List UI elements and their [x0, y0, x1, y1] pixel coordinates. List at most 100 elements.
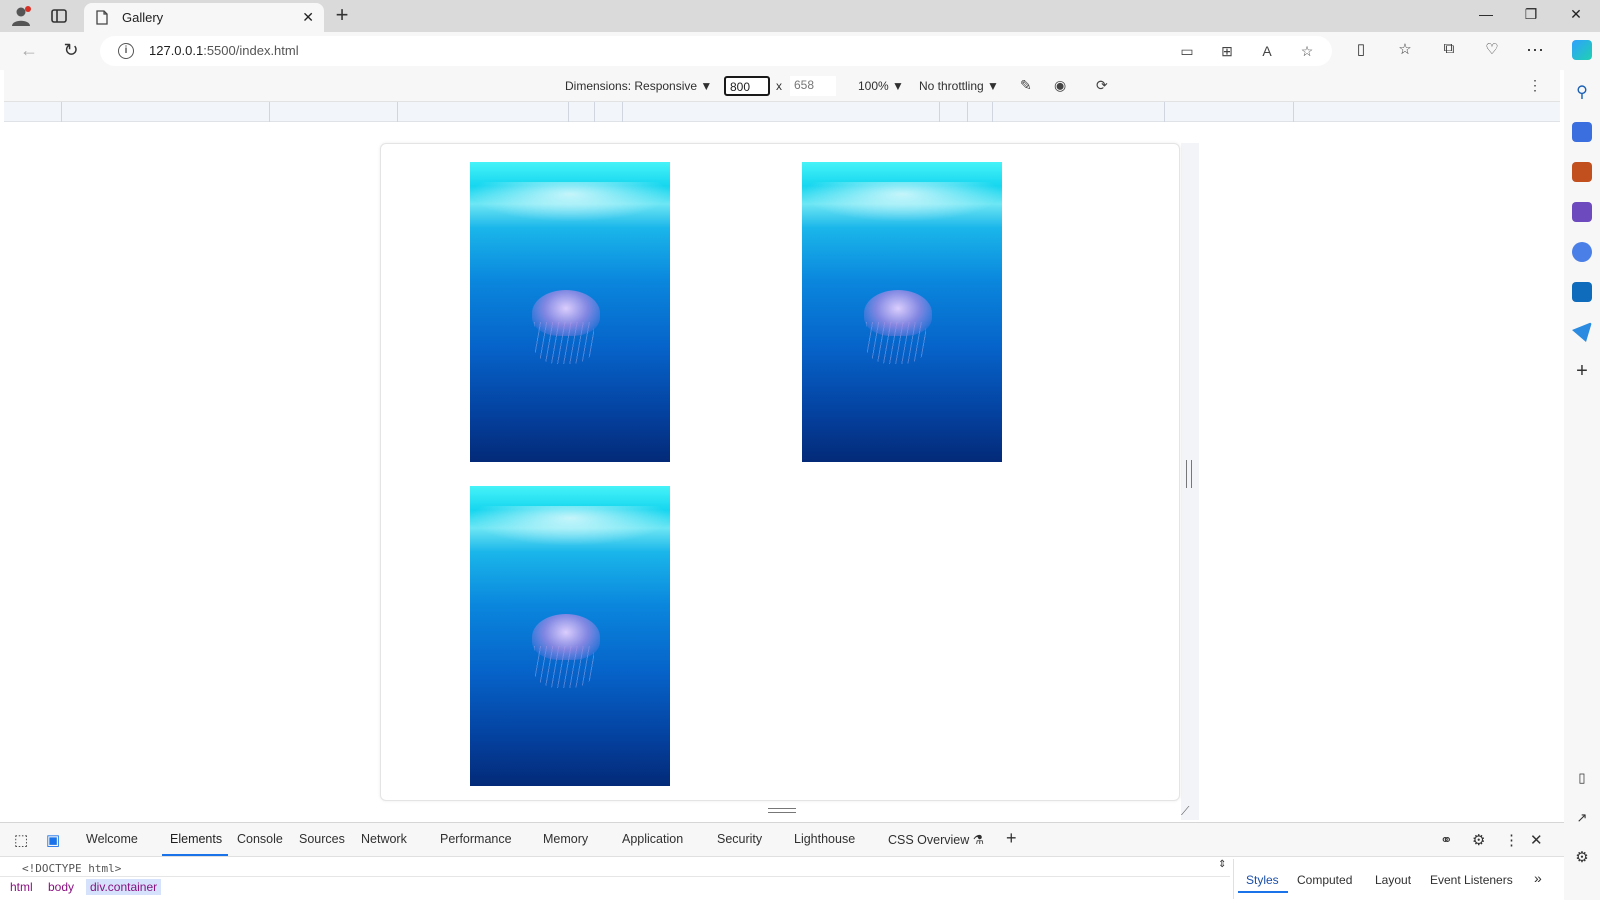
throttling-label: No throttling: [919, 79, 984, 93]
tab-application[interactable]: Application: [622, 832, 683, 846]
resize-corner-icon[interactable]: ⟋: [1181, 804, 1189, 819]
resize-handle-right[interactable]: [1186, 460, 1192, 488]
devtools-tab-bar: ⬚ ▣ Welcome Elements Console Sources Net…: [0, 823, 1564, 857]
back-icon[interactable]: ←: [18, 40, 40, 62]
close-devtools-icon[interactable]: ✕: [1530, 831, 1543, 849]
tab-sources[interactable]: Sources: [299, 832, 345, 846]
more-menu-icon[interactable]: ⋯: [1524, 40, 1546, 62]
url-host: 127.0.0.1: [149, 43, 204, 58]
add-sidebar-app-icon[interactable]: +: [1572, 360, 1592, 382]
gallery-image[interactable]: [470, 162, 670, 462]
tab-elements[interactable]: Elements: [170, 832, 222, 846]
app-available-icon[interactable]: ▭: [1178, 43, 1196, 61]
address-toolbar: ← ↻ i 127.0.0.1:5500/index.html ▭ ⊞ A ☆ …: [0, 32, 1600, 70]
device-emulation-icon[interactable]: ▣: [46, 831, 60, 849]
favorite-star-icon[interactable]: ☆: [1298, 43, 1316, 61]
zoom-dropdown[interactable]: 100% ▼: [858, 79, 904, 93]
active-side-tab-indicator: [1238, 891, 1288, 893]
tools-icon[interactable]: [1572, 162, 1592, 182]
profile-icon[interactable]: [10, 5, 32, 27]
external-link-icon[interactable]: ↗: [1572, 810, 1592, 830]
copilot-icon[interactable]: [1572, 40, 1592, 60]
vision-deficiency-icon[interactable]: ◉: [1054, 77, 1066, 94]
tab-welcome[interactable]: Welcome: [86, 832, 138, 846]
split-screen-icon[interactable]: ▯: [1350, 40, 1372, 62]
experiment-flask-icon: ⚗: [972, 833, 984, 847]
close-window-icon[interactable]: ✕: [1566, 6, 1586, 23]
breadcrumb-body[interactable]: body: [48, 880, 74, 894]
address-bar[interactable]: i 127.0.0.1:5500/index.html ▭ ⊞ A ☆: [100, 36, 1332, 66]
dom-doctype-line[interactable]: <!DOCTYPE html>: [22, 862, 121, 875]
breadcrumb-html[interactable]: html: [10, 880, 33, 894]
tab-event-listeners[interactable]: Event Listeners: [1430, 873, 1513, 887]
url-path: :5500/index.html: [203, 43, 299, 58]
devtools-settings-icon[interactable]: ⚙: [1472, 831, 1485, 849]
drop-icon[interactable]: [1572, 322, 1592, 342]
tab-css-overview[interactable]: CSS Overview ⚗: [888, 832, 984, 847]
apps-icon[interactable]: ⊞: [1218, 43, 1236, 61]
devtools-more-icon[interactable]: ⋮: [1504, 831, 1519, 849]
refresh-icon[interactable]: ↻: [60, 40, 82, 62]
resize-handle-bottom[interactable]: [768, 808, 796, 813]
zoom-label: 100%: [858, 79, 889, 93]
new-tab-button[interactable]: +: [330, 4, 354, 28]
tab-performance[interactable]: Performance: [440, 832, 512, 846]
outlook-icon[interactable]: [1572, 282, 1592, 302]
browser-tab-gallery[interactable]: Gallery ✕: [84, 3, 324, 32]
styles-pane-tabs: Styles Computed Layout Event Listeners »: [1233, 859, 1563, 899]
devtools-panel: ⬚ ▣ Welcome Elements Console Sources Net…: [0, 822, 1564, 900]
add-tab-icon[interactable]: +: [1006, 828, 1017, 849]
games-icon[interactable]: [1572, 202, 1592, 222]
rotate-icon[interactable]: ⟳: [1096, 77, 1108, 94]
site-info-icon[interactable]: i: [118, 43, 134, 59]
gallery-image[interactable]: [470, 486, 670, 786]
shopping-icon[interactable]: [1572, 122, 1592, 142]
width-input[interactable]: 800: [724, 76, 770, 96]
tab-memory[interactable]: Memory: [543, 832, 588, 846]
dimension-separator: x: [776, 79, 782, 93]
media-query-ruler: [4, 102, 1560, 122]
read-aloud-icon[interactable]: A: [1258, 43, 1276, 61]
device-toolbar: Dimensions: Responsive ▼ 800 x 658 100% …: [4, 70, 1560, 102]
more-tabs-icon[interactable]: »: [1534, 870, 1542, 886]
breadcrumb: html body div.container: [0, 876, 1230, 896]
height-input[interactable]: 658: [790, 76, 836, 96]
connected-devices-icon[interactable]: ⚭: [1440, 831, 1453, 849]
light-rays: [470, 506, 670, 546]
search-icon[interactable]: ⚲: [1572, 82, 1592, 102]
hide-sidebar-icon[interactable]: ▯: [1572, 770, 1592, 790]
jellyfish: [532, 290, 600, 336]
tab-network[interactable]: Network: [361, 832, 407, 846]
tab-layout[interactable]: Layout: [1375, 873, 1411, 887]
gallery-image[interactable]: [802, 162, 1002, 462]
sidebar-settings-icon[interactable]: ⚙: [1572, 848, 1592, 868]
inspect-element-icon[interactable]: ⬚: [14, 831, 28, 849]
tab-title: Gallery: [122, 10, 164, 25]
dimensions-dropdown[interactable]: Dimensions: Responsive ▼: [565, 79, 712, 93]
jellyfish: [532, 614, 600, 660]
tab-computed[interactable]: Computed: [1297, 873, 1352, 887]
light-rays: [470, 182, 670, 222]
close-tab-icon[interactable]: ✕: [302, 9, 314, 26]
active-tab-indicator: [162, 854, 228, 856]
tab-actions-icon[interactable]: [50, 7, 68, 25]
browser-essentials-icon[interactable]: ♡: [1481, 40, 1503, 62]
tab-security[interactable]: Security: [717, 832, 762, 846]
restore-icon[interactable]: ❐: [1521, 6, 1541, 23]
url-text[interactable]: 127.0.0.1:5500/index.html: [149, 43, 299, 58]
device-options-icon[interactable]: ⋮: [1528, 77, 1542, 94]
breadcrumb-div-container[interactable]: div.container: [86, 879, 162, 895]
minimize-icon[interactable]: —: [1476, 6, 1496, 22]
light-rays: [802, 182, 1002, 222]
microsoft-365-icon[interactable]: [1572, 242, 1592, 262]
eyedropper-icon[interactable]: ✎: [1020, 77, 1032, 94]
tab-lighthouse[interactable]: Lighthouse: [794, 832, 855, 846]
throttling-dropdown[interactable]: No throttling ▼: [919, 79, 999, 93]
dimensions-label: Dimensions: Responsive: [565, 79, 698, 93]
scroll-arrows-icon[interactable]: ⇕: [1218, 859, 1226, 870]
collections-icon[interactable]: ⧉: [1438, 40, 1460, 62]
favorites-icon[interactable]: ☆: [1394, 40, 1416, 62]
tab-styles[interactable]: Styles: [1246, 873, 1279, 887]
tab-console[interactable]: Console: [237, 832, 283, 846]
page-icon: [96, 10, 108, 25]
